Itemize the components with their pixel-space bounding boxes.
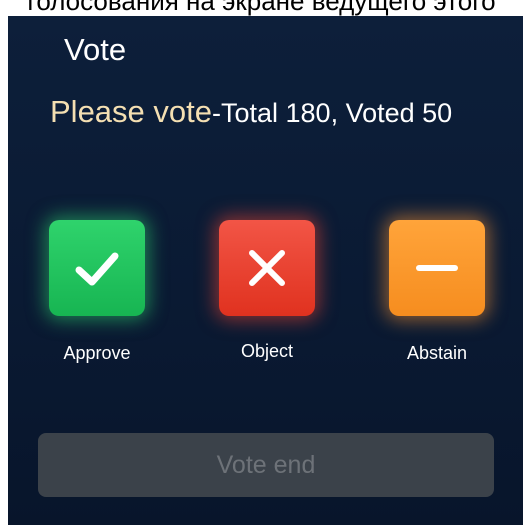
- close-icon: [249, 250, 285, 286]
- vote-end-button[interactable]: Vote end: [38, 433, 494, 497]
- option-abstain: Abstain: [372, 220, 502, 364]
- option-object: Object: [202, 220, 332, 362]
- option-approve: Approve: [32, 220, 162, 364]
- abstain-button[interactable]: [389, 220, 485, 316]
- object-button[interactable]: [219, 220, 315, 316]
- approve-label: Approve: [63, 343, 131, 363]
- caption-text: голосования на экране ведущего этого: [27, 0, 496, 16]
- panel-title: Vote: [64, 32, 127, 67]
- page: голосования на экране ведущего этого Vot…: [0, 0, 523, 525]
- approve-button[interactable]: [49, 220, 145, 316]
- vote-panel: Vote Please vote-Total 180, Voted 50 App…: [8, 16, 523, 525]
- object-label: Object: [240, 341, 294, 361]
- vote-prompt: Please vote-Total 180, Voted 50: [50, 94, 452, 130]
- vote-prompt-label: Please vote: [50, 94, 212, 129]
- minus-icon: [416, 265, 458, 271]
- check-icon: [75, 252, 119, 286]
- abstain-label: Abstain: [406, 343, 468, 363]
- vote-stats: -Total 180, Voted 50: [212, 98, 453, 128]
